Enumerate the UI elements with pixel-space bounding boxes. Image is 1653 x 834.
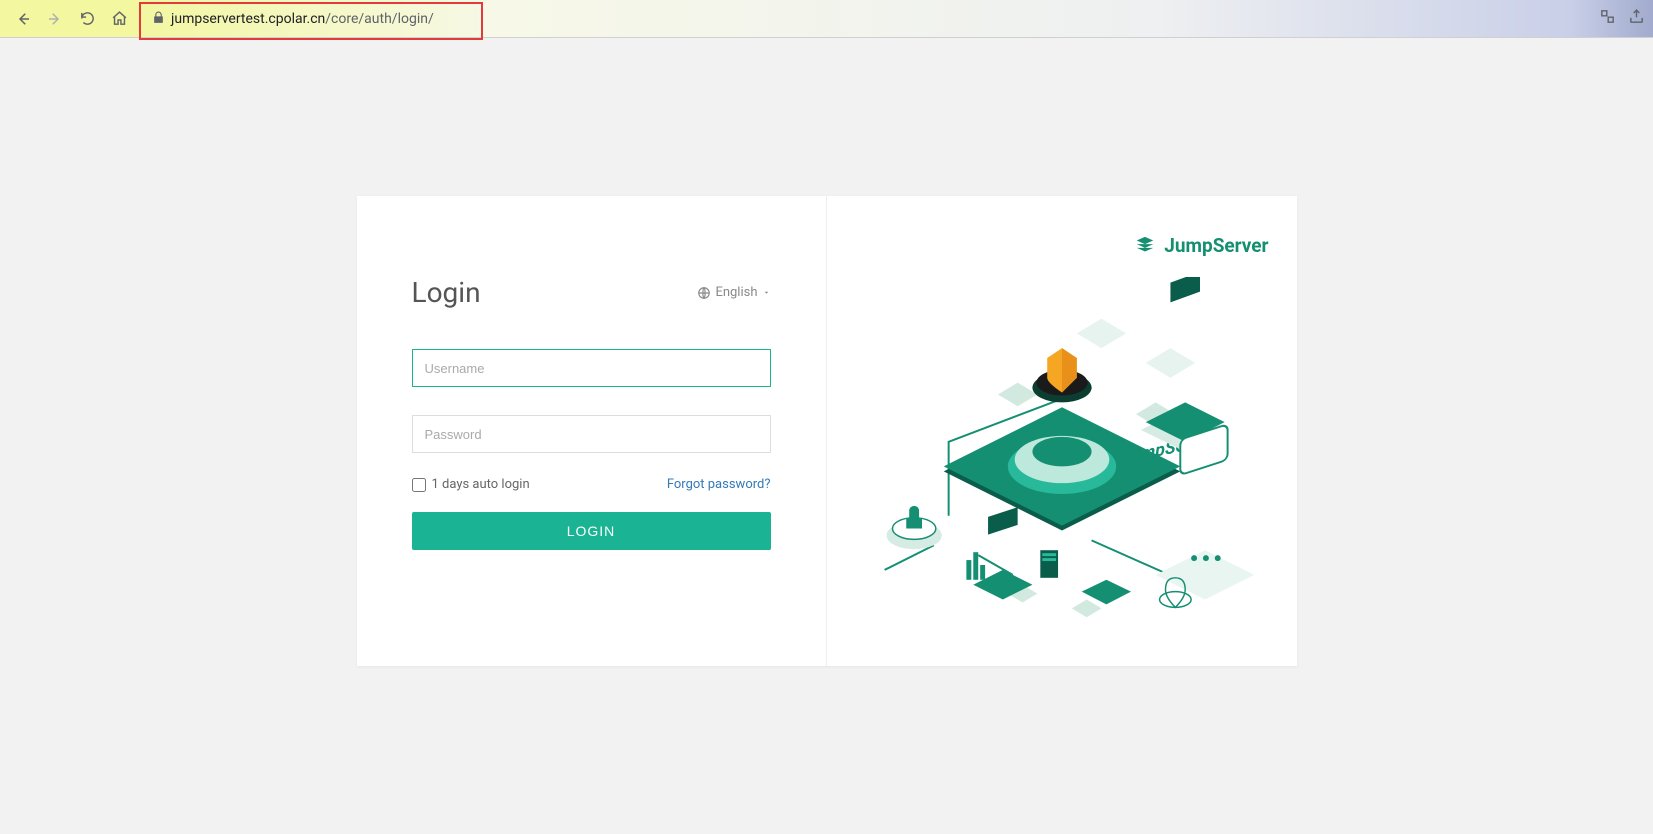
page-body: Login English 1 days auto login Forgot p… xyxy=(0,38,1653,834)
forgot-password-link[interactable]: Forgot password? xyxy=(667,477,771,492)
login-header: Login English xyxy=(412,276,771,309)
brand-panel: JumpServer xyxy=(827,196,1297,666)
home-icon xyxy=(111,10,128,27)
nav-button-group xyxy=(8,4,134,34)
url-text: jumpservertest.cpolar.cn/core/auth/login… xyxy=(171,11,434,27)
login-form-panel: Login English 1 days auto login Forgot p… xyxy=(357,196,827,666)
url-domain: jumpservertest.cpolar.cn xyxy=(171,11,325,27)
login-card: Login English 1 days auto login Forgot p… xyxy=(357,196,1297,666)
login-title: Login xyxy=(412,276,481,309)
share-icon[interactable] xyxy=(1628,8,1645,29)
auto-login-checkbox[interactable] xyxy=(412,478,426,492)
auto-login-label: 1 days auto login xyxy=(432,477,530,492)
reload-button[interactable] xyxy=(72,4,102,34)
form-options-row: 1 days auto login Forgot password? xyxy=(412,477,771,492)
password-input[interactable] xyxy=(412,415,771,453)
auto-login-checkbox-group[interactable]: 1 days auto login xyxy=(412,477,530,492)
illustration: JumpServer xyxy=(855,277,1269,646)
back-button[interactable] xyxy=(8,4,38,34)
language-selector[interactable]: English xyxy=(697,285,770,300)
jumpserver-logo-icon xyxy=(1134,235,1156,257)
username-input[interactable] xyxy=(412,349,771,387)
arrow-left-icon xyxy=(14,10,32,28)
brand-name: JumpServer xyxy=(1164,234,1268,257)
forward-button xyxy=(40,4,70,34)
login-button[interactable]: LOGIN xyxy=(412,512,771,550)
url-path: /core/auth/login/ xyxy=(325,11,433,27)
translate-icon[interactable] xyxy=(1599,8,1616,29)
arrow-right-icon xyxy=(46,10,64,28)
brand-logo: JumpServer xyxy=(855,234,1269,257)
browser-right-icons xyxy=(1599,8,1645,29)
url-bar[interactable]: jumpservertest.cpolar.cn/core/auth/login… xyxy=(142,4,434,34)
lock-icon xyxy=(152,9,165,28)
language-label: English xyxy=(715,285,757,300)
browser-address-bar: jumpservertest.cpolar.cn/core/auth/login… xyxy=(0,0,1653,38)
globe-icon xyxy=(697,286,711,300)
home-button[interactable] xyxy=(104,4,134,34)
chevron-down-icon xyxy=(762,288,771,297)
isometric-illustration-icon: JumpServer xyxy=(855,277,1269,646)
reload-icon xyxy=(79,10,96,27)
